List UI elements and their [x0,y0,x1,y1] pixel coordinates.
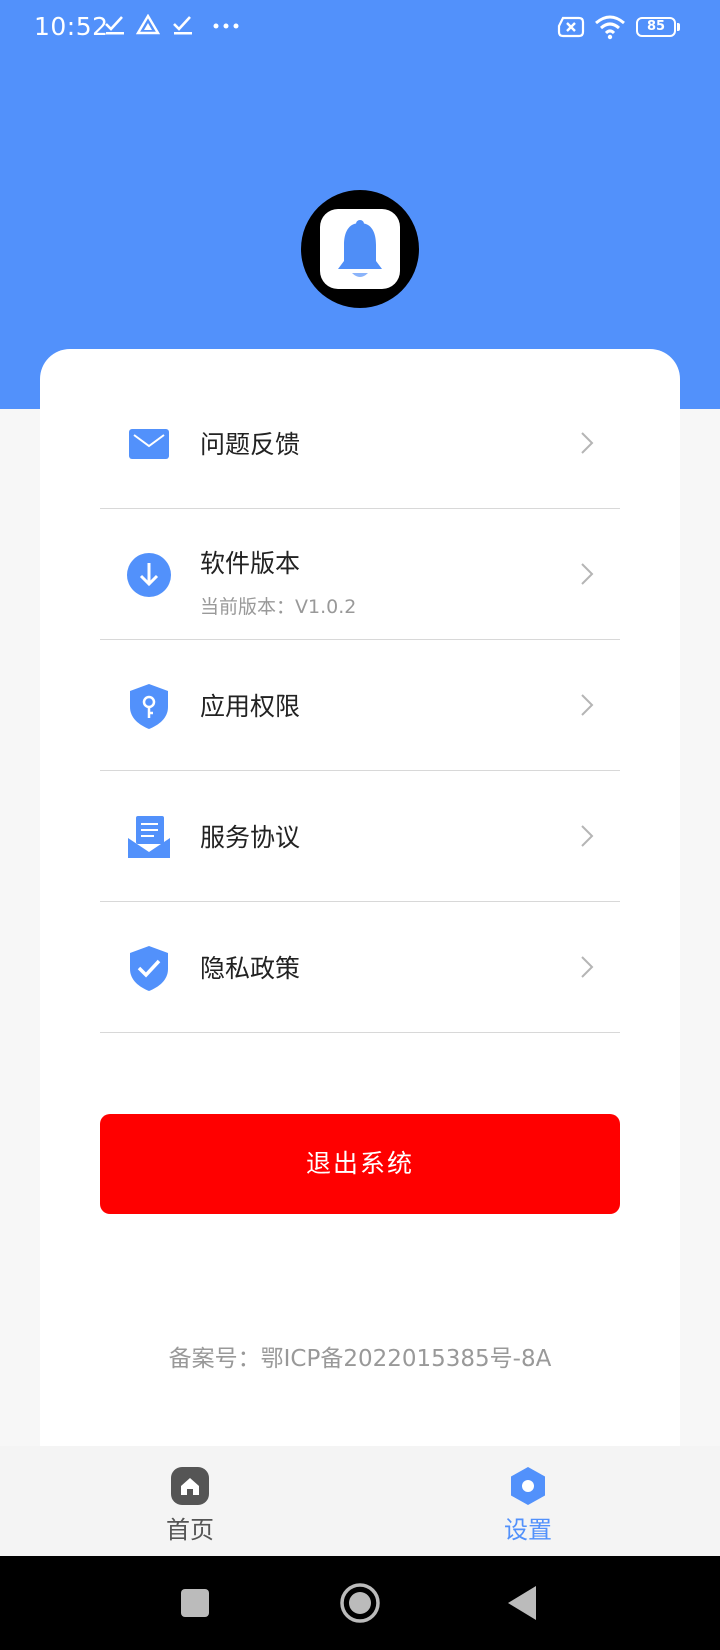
menu-item-title: 问题反馈 [200,430,301,459]
settings-card: 问题反馈 软件版本 当前版本：V1.0.2 应用权限 服务协议 隐私政策 退出系… [40,349,680,1449]
bottom-tab-bar: 首页 设置 [0,1446,720,1556]
tab-home-label: 首页 [166,1516,214,1544]
version-subtitle: 当前版本：V1.0.2 [200,596,357,618]
menu-item-title: 服务协议 [200,823,301,852]
chevron-right-icon [581,825,594,847]
menu-item-feedback[interactable]: 问题反馈 [100,379,620,509]
shield-check-icon [130,946,168,991]
battery-tip [677,23,680,31]
document-icon [128,816,170,858]
back-triangle-icon[interactable] [508,1586,536,1620]
menu-item-permissions[interactable]: 应用权限 [100,641,620,771]
menu-item-title: 软件版本 [200,549,301,578]
mail-icon [129,429,169,459]
wifi-icon [595,15,625,40]
no-sim-icon [557,16,585,38]
menu-item-title: 应用权限 [200,692,301,721]
tab-settings[interactable]: 设置 [468,1446,588,1556]
system-nav-bar [0,1556,720,1650]
battery-indicator: 85 [636,17,676,37]
chevron-right-icon [581,694,594,716]
tab-settings-label: 设置 [504,1516,552,1544]
chevron-right-icon [581,956,594,978]
home-circle-icon[interactable] [340,1583,380,1623]
menu-item-title: 隐私政策 [200,954,301,983]
bell-icon [338,220,382,277]
tab-home[interactable]: 首页 [130,1446,250,1556]
icp-record: 备案号：鄂ICP备2022015385号-8A [168,1346,552,1372]
chevron-right-icon [581,563,594,585]
settings-hexagon-icon [511,1467,545,1505]
download-icon [127,553,171,597]
app-logo [301,190,419,308]
recent-apps-icon[interactable] [181,1589,209,1617]
logout-button[interactable]: 退出系统 [100,1114,620,1214]
chevron-right-icon [581,432,594,454]
home-icon [171,1467,209,1505]
menu-item-service-agreement[interactable]: 服务协议 [100,772,620,902]
menu-item-version[interactable]: 软件版本 当前版本：V1.0.2 [100,510,620,640]
status-time: 10:52 [34,12,109,41]
check-icon [173,16,192,35]
check-icon [105,16,124,35]
menu-item-privacy-policy[interactable]: 隐私政策 [100,903,620,1033]
drive-icon [136,14,160,35]
more-dots-icon [213,23,239,29]
shield-key-icon [130,684,168,729]
status-bar: 10:52 85 [0,0,720,56]
